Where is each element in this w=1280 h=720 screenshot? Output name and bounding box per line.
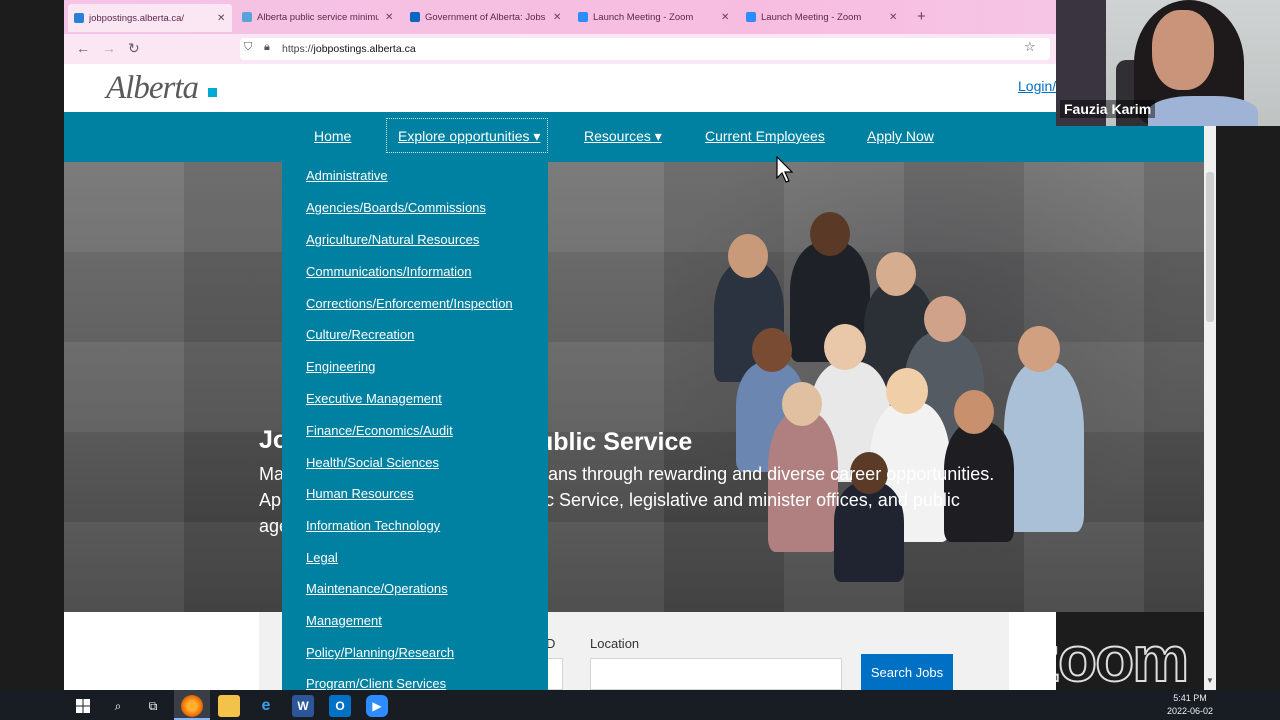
dropdown-item-policy[interactable]: Policy/Planning/Research	[306, 645, 454, 660]
tab-zoom-1[interactable]: Launch Meeting - Zoom ✕	[572, 5, 736, 29]
file-explorer-icon[interactable]	[218, 695, 240, 717]
reload-icon[interactable]: ↻	[128, 40, 140, 57]
dropdown-item-agriculture[interactable]: Agriculture/Natural Resources	[306, 232, 479, 247]
tab-linkedin[interactable]: Government of Alberta: Jobs | L ✕	[404, 5, 568, 29]
nav-current-employees[interactable]: Current Employees	[705, 128, 825, 144]
outlook-icon[interactable]: O	[329, 695, 351, 717]
zoom-icon[interactable]: ▶	[366, 695, 388, 717]
dropdown-item-culture[interactable]: Culture/Recreation	[306, 327, 414, 342]
dropdown-item-agencies[interactable]: Agencies/Boards/Commissions	[306, 200, 486, 215]
dropdown-item-executive-management[interactable]: Executive Management	[306, 391, 442, 406]
alberta-favicon-icon	[242, 12, 252, 22]
tab-title: Launch Meeting - Zoom	[593, 11, 694, 23]
clock-date: 2022-06-02	[1166, 706, 1214, 716]
explore-opportunities-dropdown: Administrative Agencies/Boards/Commissio…	[282, 162, 548, 692]
page-scrollbar[interactable]	[1204, 112, 1216, 690]
alberta-favicon-icon	[74, 13, 84, 23]
web-page: Alberta Login/ Home Explore opportunitie…	[64, 64, 1216, 692]
dropdown-item-legal[interactable]: Legal	[306, 550, 338, 565]
url-host: jobpostings.alberta.ca	[313, 43, 416, 55]
dropdown-item-corrections[interactable]: Corrections/Enforcement/Inspection	[306, 296, 513, 311]
hero-line1-left: Ma	[259, 464, 285, 484]
star-icon[interactable]: ☆	[1024, 39, 1036, 55]
forward-arrow-icon[interactable]: →	[102, 40, 116, 56]
tab-title: jobpostings.alberta.ca/	[89, 12, 185, 24]
hero-line1-right: rtans through rewarding and diverse care…	[537, 464, 995, 484]
zoom-video-tile[interactable]: Fauzia Karim	[1056, 0, 1280, 126]
zoom-watermark: zoom	[1027, 622, 1190, 696]
edge-icon[interactable]: e	[255, 695, 277, 717]
search-jobs-button[interactable]: Search Jobs	[861, 654, 953, 690]
dropdown-item-information-technology[interactable]: Information Technology	[306, 518, 440, 533]
location-input[interactable]	[590, 658, 842, 690]
alberta-logo[interactable]: Alberta	[106, 70, 199, 107]
url-text[interactable]: https://jobpostings.alberta.ca	[282, 43, 416, 55]
tab-zoom-2[interactable]: Launch Meeting - Zoom ✕	[740, 5, 904, 29]
close-icon[interactable]: ✕	[385, 12, 393, 23]
zoom-favicon-icon	[746, 12, 756, 22]
url-prefix: https://	[282, 43, 314, 55]
site-header: Alberta Login/	[64, 64, 1216, 112]
close-icon[interactable]: ✕	[889, 12, 897, 23]
nav-resources[interactable]: Resources ▾	[584, 128, 662, 145]
screen: jobpostings.alberta.ca/ ✕ Alberta public…	[0, 0, 1280, 720]
nav-home[interactable]: Home	[314, 128, 351, 144]
dropdown-item-finance[interactable]: Finance/Economics/Audit	[306, 423, 453, 438]
dropdown-item-engineering[interactable]: Engineering	[306, 359, 375, 374]
shield-icon[interactable]: ⛉	[244, 41, 252, 54]
firefox-icon[interactable]	[181, 695, 203, 717]
dropdown-item-maintenance[interactable]: Maintenance/Operations	[306, 581, 448, 596]
tab-title: Alberta public service minimum	[257, 11, 379, 23]
tab-jobpostings[interactable]: jobpostings.alberta.ca/ ✕	[68, 4, 232, 32]
main-navigation: Home Explore opportunities ▾ Resources ▾…	[64, 112, 1216, 162]
hero-title-right: ublic Service	[538, 428, 693, 456]
logo-square	[208, 88, 217, 97]
navigation-toolbar: ← → ↻ ⛉ 🔒︎ https://jobpostings.alberta.c…	[64, 34, 1056, 64]
dropdown-item-program[interactable]: Program/Client Services	[306, 676, 446, 691]
lock-icon[interactable]: 🔒︎	[264, 41, 270, 54]
tab-title: Launch Meeting - Zoom	[761, 11, 862, 23]
face-shape	[1152, 10, 1214, 90]
hero-banner: Jo ublic Service Ma rtans through reward…	[64, 162, 1204, 612]
search-icon[interactable]: ⌕	[107, 695, 129, 717]
location-label: Location	[590, 636, 640, 651]
dropdown-item-administrative[interactable]: Administrative	[306, 168, 388, 183]
participant-name: Fauzia Karim	[1060, 100, 1156, 118]
close-icon[interactable]: ✕	[553, 12, 561, 23]
search-section-left	[64, 612, 259, 690]
hero-line2-left: Ap	[259, 490, 282, 510]
system-clock[interactable]: 5:41 PM 2022-06-02	[1160, 692, 1220, 718]
dropdown-item-human-resources[interactable]: Human Resources	[306, 486, 414, 501]
plus-icon[interactable]: +	[917, 8, 926, 25]
tab-minimum[interactable]: Alberta public service minimum ✕	[236, 5, 400, 29]
clock-time: 5:41 PM	[1173, 693, 1207, 703]
close-icon[interactable]: ✕	[217, 13, 225, 24]
close-icon[interactable]: ✕	[721, 12, 729, 23]
word-icon[interactable]: W	[292, 695, 314, 717]
dropdown-item-communications[interactable]: Communications/Information	[306, 264, 471, 279]
tab-bar: jobpostings.alberta.ca/ ✕ Alberta public…	[64, 0, 1056, 34]
windows-taskbar: ⌕ ⧉ e W O ▶ 5:41 PM 2022-06-02	[0, 690, 1280, 720]
scrollbar-thumb[interactable]	[1206, 172, 1214, 322]
windows-start-icon[interactable]	[72, 695, 94, 717]
hero-line2-right: lic Service, legislative and minister of…	[537, 490, 960, 510]
login-link[interactable]: Login/	[1018, 78, 1056, 94]
nav-explore-opportunities[interactable]: Explore opportunities ▾	[398, 128, 540, 145]
tab-title: Government of Alberta: Jobs | L	[425, 11, 547, 23]
mouse-cursor-icon	[776, 156, 794, 183]
shirt-shape	[1148, 96, 1258, 126]
nav-apply-now[interactable]: Apply Now	[867, 128, 934, 144]
scroll-down-arrow-icon[interactable]: ▼	[1206, 676, 1214, 685]
dropdown-item-health[interactable]: Health/Social Sciences	[306, 455, 439, 470]
task-view-icon[interactable]: ⧉	[142, 695, 164, 717]
address-bar[interactable]: ⛉ 🔒︎ https://jobpostings.alberta.ca ☆	[240, 38, 1050, 60]
dropdown-item-management[interactable]: Management	[306, 613, 382, 628]
zoom-favicon-icon	[578, 12, 588, 22]
linkedin-favicon-icon	[410, 12, 420, 22]
back-arrow-icon[interactable]: ←	[76, 40, 90, 56]
